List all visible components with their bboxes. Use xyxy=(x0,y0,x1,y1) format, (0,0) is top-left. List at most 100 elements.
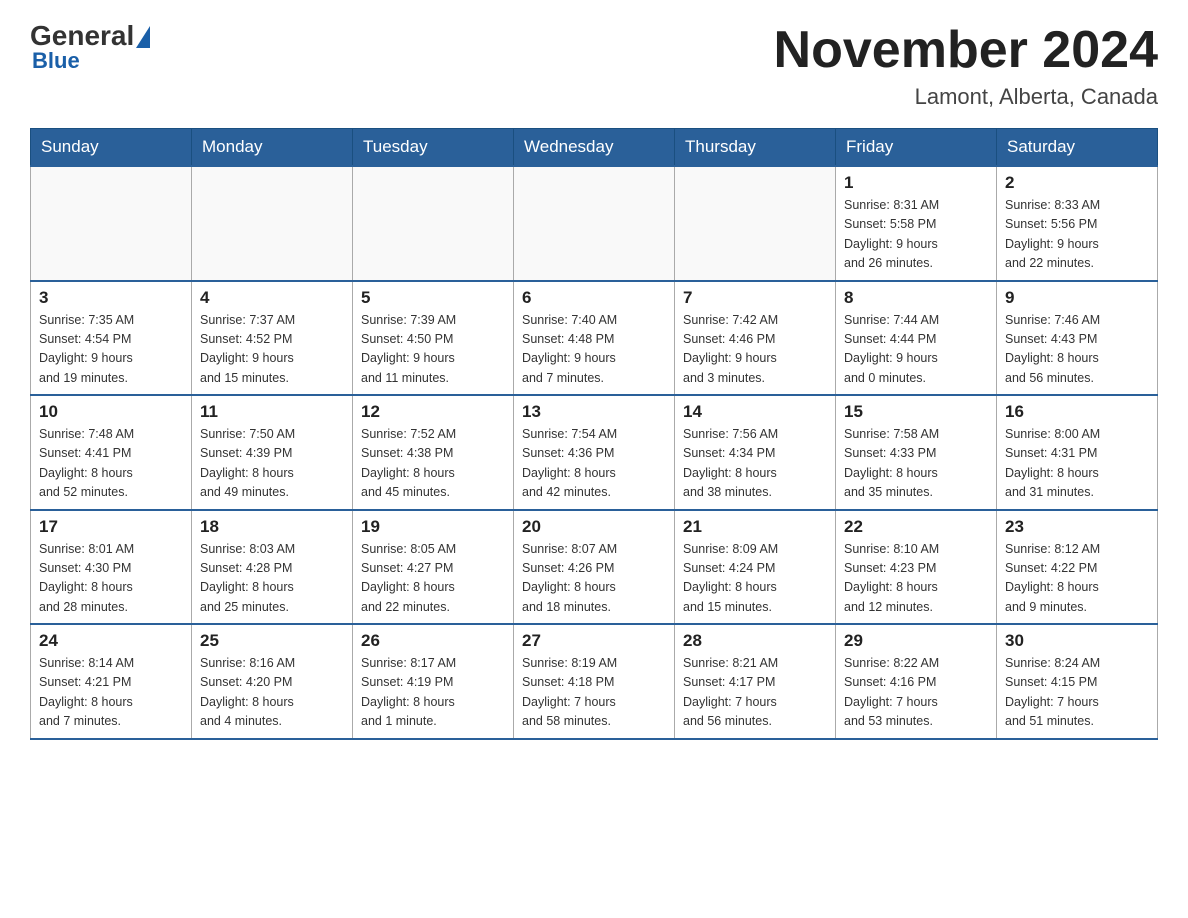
day-info: Sunrise: 8:14 AM Sunset: 4:21 PM Dayligh… xyxy=(39,654,183,732)
calendar-cell xyxy=(192,166,353,281)
logo-triangle-icon xyxy=(136,26,150,48)
calendar-cell xyxy=(353,166,514,281)
calendar-week-row: 3Sunrise: 7:35 AM Sunset: 4:54 PM Daylig… xyxy=(31,281,1158,396)
day-info: Sunrise: 7:48 AM Sunset: 4:41 PM Dayligh… xyxy=(39,425,183,503)
day-number: 9 xyxy=(1005,288,1149,308)
day-info: Sunrise: 8:12 AM Sunset: 4:22 PM Dayligh… xyxy=(1005,540,1149,618)
calendar-week-row: 24 Sunrise: 8:14 AM Sunset: 4:21 PM Dayli… xyxy=(31,624,1158,739)
day-number: 14 xyxy=(683,402,827,422)
day-number: 1 xyxy=(844,173,988,193)
day-header-wednesday: Wednesday xyxy=(514,129,675,167)
day-info: Sunrise: 8:01 AM Sunset: 4:30 PM Dayligh… xyxy=(39,540,183,618)
day-number: 11 xyxy=(200,402,344,422)
day-number: 4 xyxy=(200,288,344,308)
calendar-cell xyxy=(675,166,836,281)
day-info: Sunrise: 8:31 AM Sunset: 5:58 PM Dayligh… xyxy=(844,196,988,274)
day-number: 30 xyxy=(1005,631,1149,651)
day-number: 20 xyxy=(522,517,666,537)
calendar-week-row: 1 Sunrise: 8:31 AM Sunset: 5:58 PM Daylig… xyxy=(31,166,1158,281)
day-info: Sunrise: 8:07 AM Sunset: 4:26 PM Dayligh… xyxy=(522,540,666,618)
calendar-cell: 4 Sunrise: 7:37 AM Sunset: 4:52 PM Daylig… xyxy=(192,281,353,396)
calendar-header-row: SundayMondayTuesdayWednesdayThursdayFrid… xyxy=(31,129,1158,167)
day-number: 29 xyxy=(844,631,988,651)
day-number: 10 xyxy=(39,402,183,422)
calendar-cell: 30 Sunrise: 8:24 AM Sunset: 4:15 PM Dayli… xyxy=(997,624,1158,739)
day-info: Sunrise: 7:46 AM Sunset: 4:43 PM Dayligh… xyxy=(1005,311,1149,389)
day-header-friday: Friday xyxy=(836,129,997,167)
day-info: Sunrise: 7:52 AM Sunset: 4:38 PM Dayligh… xyxy=(361,425,505,503)
day-header-sunday: Sunday xyxy=(31,129,192,167)
day-info: Sunrise: 7:37 AM Sunset: 4:52 PM Dayligh… xyxy=(200,311,344,389)
day-header-tuesday: Tuesday xyxy=(353,129,514,167)
calendar-cell: 18 Sunrise: 8:03 AM Sunset: 4:28 PM Dayli… xyxy=(192,510,353,625)
title-section: November 2024 Lamont, Alberta, Canada xyxy=(774,20,1158,110)
calendar-cell: 12 Sunrise: 7:52 AM Sunset: 4:38 PM Dayli… xyxy=(353,395,514,510)
day-number: 8 xyxy=(844,288,988,308)
calendar-cell: 6Sunrise: 7:40 AM Sunset: 4:48 PM Daylig… xyxy=(514,281,675,396)
calendar-cell: 3Sunrise: 7:35 AM Sunset: 4:54 PM Daylig… xyxy=(31,281,192,396)
calendar-cell: 21 Sunrise: 8:09 AM Sunset: 4:24 PM Dayli… xyxy=(675,510,836,625)
day-header-thursday: Thursday xyxy=(675,129,836,167)
day-number: 2 xyxy=(1005,173,1149,193)
calendar-cell: 25 Sunrise: 8:16 AM Sunset: 4:20 PM Dayli… xyxy=(192,624,353,739)
calendar-week-row: 17Sunrise: 8:01 AM Sunset: 4:30 PM Dayli… xyxy=(31,510,1158,625)
day-number: 27 xyxy=(522,631,666,651)
day-number: 13 xyxy=(522,402,666,422)
page-header: General Blue November 2024 Lamont, Alber… xyxy=(30,20,1158,110)
day-number: 25 xyxy=(200,631,344,651)
calendar-cell: 23 Sunrise: 8:12 AM Sunset: 4:22 PM Dayli… xyxy=(997,510,1158,625)
calendar-cell: 13 Sunrise: 7:54 AM Sunset: 4:36 PM Dayli… xyxy=(514,395,675,510)
calendar-week-row: 10 Sunrise: 7:48 AM Sunset: 4:41 PM Dayli… xyxy=(31,395,1158,510)
day-info: Sunrise: 8:17 AM Sunset: 4:19 PM Dayligh… xyxy=(361,654,505,732)
day-number: 16 xyxy=(1005,402,1149,422)
day-info: Sunrise: 7:58 AM Sunset: 4:33 PM Dayligh… xyxy=(844,425,988,503)
day-info: Sunrise: 8:19 AM Sunset: 4:18 PM Dayligh… xyxy=(522,654,666,732)
calendar-cell: 9 Sunrise: 7:46 AM Sunset: 4:43 PM Daylig… xyxy=(997,281,1158,396)
calendar-cell: 29 Sunrise: 8:22 AM Sunset: 4:16 PM Dayli… xyxy=(836,624,997,739)
day-number: 22 xyxy=(844,517,988,537)
day-info: Sunrise: 8:05 AM Sunset: 4:27 PM Dayligh… xyxy=(361,540,505,618)
calendar-cell: 16Sunrise: 8:00 AM Sunset: 4:31 PM Dayli… xyxy=(997,395,1158,510)
day-info: Sunrise: 8:09 AM Sunset: 4:24 PM Dayligh… xyxy=(683,540,827,618)
day-header-saturday: Saturday xyxy=(997,129,1158,167)
day-number: 23 xyxy=(1005,517,1149,537)
main-title: November 2024 xyxy=(774,20,1158,80)
calendar-cell: 26 Sunrise: 8:17 AM Sunset: 4:19 PM Dayli… xyxy=(353,624,514,739)
day-number: 26 xyxy=(361,631,505,651)
calendar-cell xyxy=(514,166,675,281)
day-info: Sunrise: 7:35 AM Sunset: 4:54 PM Dayligh… xyxy=(39,311,183,389)
day-number: 6 xyxy=(522,288,666,308)
day-info: Sunrise: 7:54 AM Sunset: 4:36 PM Dayligh… xyxy=(522,425,666,503)
logo: General Blue xyxy=(30,20,150,74)
calendar-cell: 8 Sunrise: 7:44 AM Sunset: 4:44 PM Daylig… xyxy=(836,281,997,396)
calendar-cell: 27 Sunrise: 8:19 AM Sunset: 4:18 PM Dayli… xyxy=(514,624,675,739)
day-info: Sunrise: 8:24 AM Sunset: 4:15 PM Dayligh… xyxy=(1005,654,1149,732)
day-number: 24 xyxy=(39,631,183,651)
calendar-cell: 11Sunrise: 7:50 AM Sunset: 4:39 PM Dayli… xyxy=(192,395,353,510)
day-info: Sunrise: 8:33 AM Sunset: 5:56 PM Dayligh… xyxy=(1005,196,1149,274)
day-info: Sunrise: 7:56 AM Sunset: 4:34 PM Dayligh… xyxy=(683,425,827,503)
calendar-cell: 17Sunrise: 8:01 AM Sunset: 4:30 PM Dayli… xyxy=(31,510,192,625)
day-info: Sunrise: 8:03 AM Sunset: 4:28 PM Dayligh… xyxy=(200,540,344,618)
calendar-cell: 10 Sunrise: 7:48 AM Sunset: 4:41 PM Dayli… xyxy=(31,395,192,510)
day-number: 12 xyxy=(361,402,505,422)
subtitle: Lamont, Alberta, Canada xyxy=(774,84,1158,110)
calendar-table: SundayMondayTuesdayWednesdayThursdayFrid… xyxy=(30,128,1158,740)
calendar-cell: 22 Sunrise: 8:10 AM Sunset: 4:23 PM Dayli… xyxy=(836,510,997,625)
calendar-cell: 19Sunrise: 8:05 AM Sunset: 4:27 PM Dayli… xyxy=(353,510,514,625)
calendar-cell: 1 Sunrise: 8:31 AM Sunset: 5:58 PM Daylig… xyxy=(836,166,997,281)
day-info: Sunrise: 8:16 AM Sunset: 4:20 PM Dayligh… xyxy=(200,654,344,732)
logo-blue-text: Blue xyxy=(32,48,80,74)
day-number: 21 xyxy=(683,517,827,537)
day-number: 18 xyxy=(200,517,344,537)
calendar-cell: 20 Sunrise: 8:07 AM Sunset: 4:26 PM Dayli… xyxy=(514,510,675,625)
calendar-cell: 7Sunrise: 7:42 AM Sunset: 4:46 PM Daylig… xyxy=(675,281,836,396)
day-number: 5 xyxy=(361,288,505,308)
day-info: Sunrise: 8:10 AM Sunset: 4:23 PM Dayligh… xyxy=(844,540,988,618)
day-info: Sunrise: 7:39 AM Sunset: 4:50 PM Dayligh… xyxy=(361,311,505,389)
calendar-cell: 28Sunrise: 8:21 AM Sunset: 4:17 PM Dayli… xyxy=(675,624,836,739)
day-info: Sunrise: 8:22 AM Sunset: 4:16 PM Dayligh… xyxy=(844,654,988,732)
day-info: Sunrise: 7:44 AM Sunset: 4:44 PM Dayligh… xyxy=(844,311,988,389)
day-info: Sunrise: 7:42 AM Sunset: 4:46 PM Dayligh… xyxy=(683,311,827,389)
calendar-cell: 24 Sunrise: 8:14 AM Sunset: 4:21 PM Dayli… xyxy=(31,624,192,739)
